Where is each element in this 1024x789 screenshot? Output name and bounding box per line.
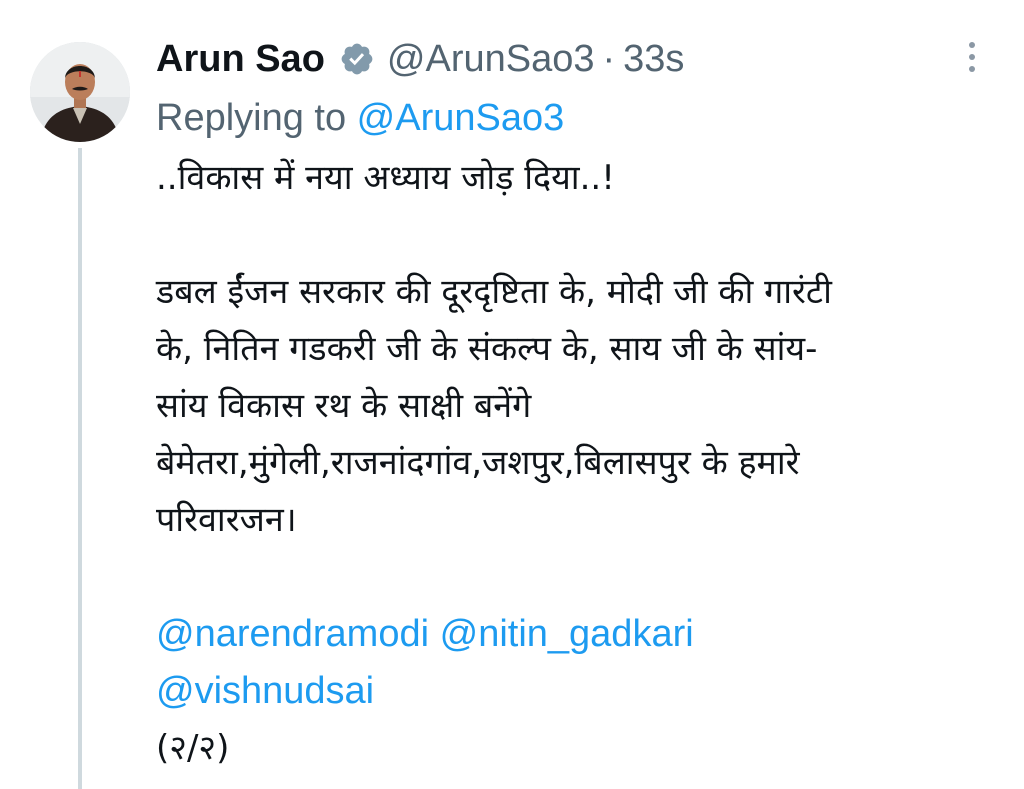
tweet-header: Arun Sao @ArunSao3 · 33s: [156, 28, 986, 90]
tweet-content: Arun Sao @ArunSao3 · 33s Replying to @Ar…: [156, 28, 986, 777]
more-dot: [969, 54, 975, 60]
tweet[interactable]: Arun Sao @ArunSao3 · 33s Replying to @Ar…: [0, 0, 1024, 789]
tweet-line: परिवारजन।: [156, 500, 297, 540]
tweet-line: ..विकास में नया अध्याय जोड़ दिया..!: [156, 158, 615, 198]
tweet-line: के, नितिन गडकरी जी के संकल्प के, साय जी …: [156, 329, 818, 369]
mention-nitin-gadkari[interactable]: @nitin_gadkari: [440, 613, 694, 655]
header-separator: ·: [602, 37, 616, 80]
replying-to: Replying to @ArunSao3: [156, 90, 986, 146]
author-handle[interactable]: @ArunSao3: [387, 38, 595, 81]
more-options-icon[interactable]: [960, 42, 984, 82]
thread-connector-line: [78, 148, 82, 789]
tweet-line: सांय विकास रथ के साक्षी बनेंगे: [156, 386, 532, 426]
replying-to-handle[interactable]: @ArunSao3: [357, 97, 565, 139]
mentions-line: @vishnudsai: [156, 663, 976, 720]
more-dot: [969, 66, 975, 72]
mentions-line: @narendramodi @nitin_gadkari: [156, 606, 976, 663]
mention-vishnudsai[interactable]: @vishnudsai: [156, 670, 374, 712]
avatar-image: [30, 42, 130, 142]
tweet-line: डबल ईंजन सरकार की दूरदृष्टिता के, मोदी ज…: [156, 272, 832, 312]
verified-badge-icon: [339, 41, 375, 77]
tweet-line: बेमेतरा,मुंगेली,राजनांदगांव,जशपुर,बिलासप…: [156, 443, 800, 483]
author-name[interactable]: Arun Sao: [156, 38, 325, 81]
replying-prefix: Replying to: [156, 97, 357, 139]
more-dot: [969, 42, 975, 48]
tweet-text: ..विकास में नया अध्याय जोड़ दिया..! डबल …: [156, 150, 976, 777]
mention-narendramodi[interactable]: @narendramodi: [156, 613, 429, 655]
tweet-timestamp[interactable]: 33s: [623, 38, 684, 81]
thread-count: (२/२): [156, 728, 230, 768]
author-avatar[interactable]: [30, 42, 130, 142]
